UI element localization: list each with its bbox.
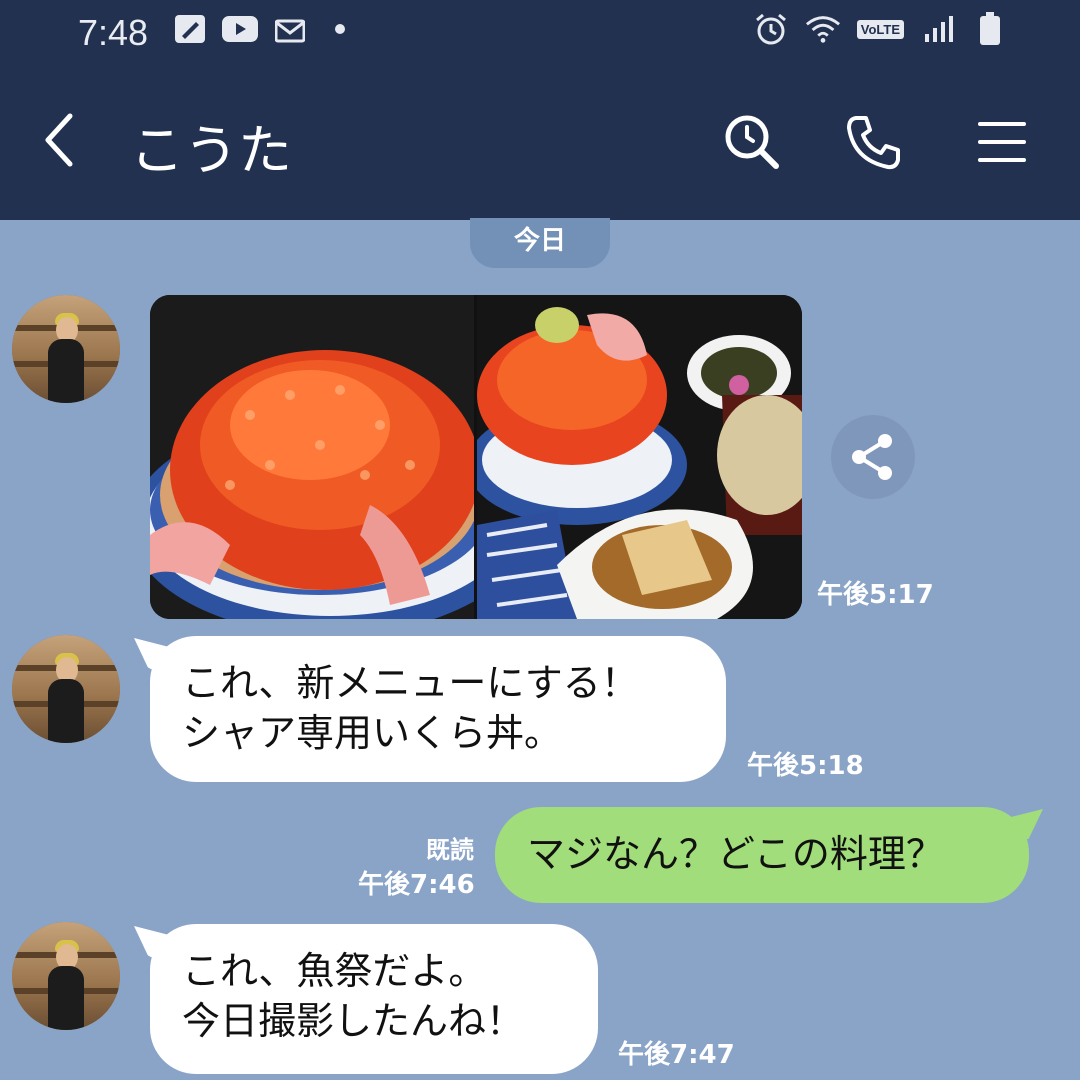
avatar[interactable] bbox=[12, 922, 120, 1030]
message-text-line: マジなん？どこの料理？ bbox=[527, 832, 944, 876]
photo-message[interactable] bbox=[150, 295, 802, 619]
edit-notification-icon bbox=[172, 12, 208, 46]
search-button[interactable] bbox=[720, 110, 784, 174]
phone-icon bbox=[847, 116, 900, 170]
call-button[interactable] bbox=[842, 110, 906, 174]
volte-icon: VoLTE bbox=[856, 19, 904, 39]
share-icon bbox=[852, 434, 892, 480]
chat-title: こうた bbox=[130, 119, 292, 182]
ikura-bowl-photo[interactable] bbox=[150, 295, 474, 619]
mail-icon bbox=[272, 12, 308, 46]
youtube-icon bbox=[222, 12, 258, 46]
avatar[interactable] bbox=[12, 295, 120, 403]
message-text-line: シャア専用いくら丼。 bbox=[182, 711, 563, 755]
message-time: 午後7:46 bbox=[358, 870, 475, 900]
signal-icon bbox=[920, 12, 956, 46]
incoming-message-bubble[interactable]: これ、魚祭だよ。 今日撮影したんね！ bbox=[150, 924, 598, 1074]
hamburger-menu-icon bbox=[978, 122, 1026, 162]
incoming-message-bubble[interactable]: これ、新メニューにする！ シャア専用いくら丼。 bbox=[150, 636, 726, 782]
status-icons-left bbox=[172, 12, 358, 46]
set-meal-photo[interactable] bbox=[477, 295, 802, 619]
avatar[interactable] bbox=[12, 635, 120, 743]
date-separator: 今日 bbox=[470, 218, 610, 268]
message-time: 午後7:47 bbox=[618, 1040, 735, 1070]
read-receipt: 既読 bbox=[426, 836, 474, 864]
battery-icon bbox=[972, 12, 1008, 46]
message-time: 午後5:17 bbox=[817, 580, 934, 610]
status-icons-right: VoLTE bbox=[753, 12, 1008, 46]
back-button[interactable] bbox=[36, 108, 88, 172]
message-text-line: 今日撮影したんね！ bbox=[182, 999, 525, 1043]
dot-icon bbox=[322, 12, 358, 46]
wifi-icon bbox=[805, 12, 841, 46]
message-text-line: これ、魚祭だよ。 bbox=[182, 949, 487, 993]
menu-button[interactable] bbox=[970, 110, 1034, 174]
outgoing-message-bubble[interactable]: マジなん？どこの料理？ bbox=[495, 807, 1029, 903]
status-bar: 7:48 VoLTE bbox=[0, 0, 1080, 60]
chevron-left-icon bbox=[45, 113, 73, 167]
search-icon bbox=[725, 115, 779, 169]
chat-header: こうた bbox=[0, 60, 1080, 220]
status-time: 7:48 bbox=[78, 12, 149, 53]
alarm-icon bbox=[753, 12, 789, 46]
message-text-line: これ、新メニューにする！ bbox=[182, 661, 639, 705]
share-button[interactable] bbox=[831, 415, 915, 499]
message-time: 午後5:18 bbox=[747, 751, 864, 781]
